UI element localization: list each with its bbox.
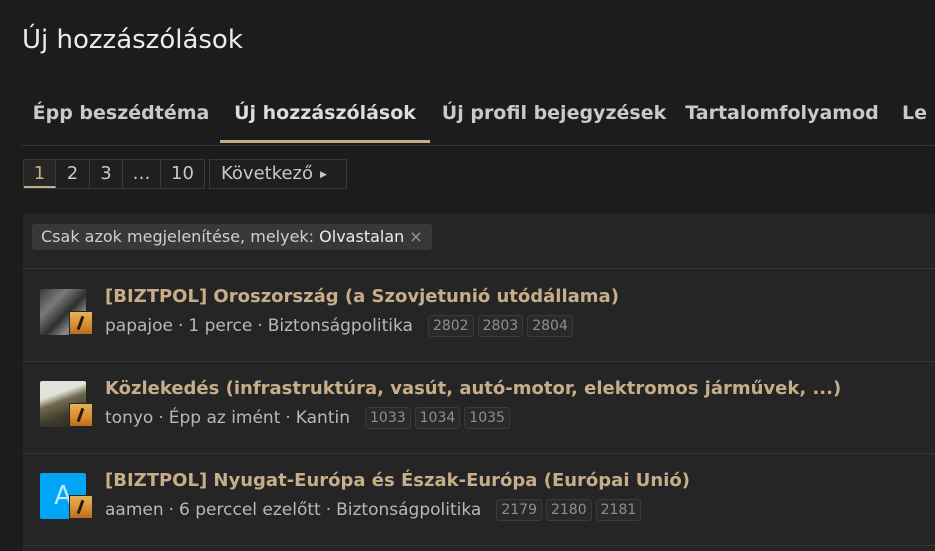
last-poster-avatar[interactable] [69,311,93,335]
thread-page-link[interactable]: 1033 [365,407,411,429]
tab-your-feed[interactable]: Tartalomfolyamod [678,88,886,143]
pagination: 1 2 3 … 10 [23,159,205,189]
page-link-10[interactable]: 10 [161,160,204,188]
tab-overflow[interactable]: Le [902,88,935,143]
thread-forum[interactable]: Biztonságpolitika [336,500,481,520]
thread-page-link[interactable]: 1035 [464,407,510,429]
filter-bar: Csak azok megjelenítése, melyek: Olvasta… [23,214,935,269]
thread-time[interactable]: 1 perce [188,316,252,336]
next-page-label: Következő [221,163,314,184]
thread-title-link[interactable]: Közlekedés (infrastruktúra, vasút, autó-… [105,378,841,399]
caret-right-icon: ▶ [320,170,327,180]
thread-row: [BIZTPOL] Oroszország (a Szovjetunió utó… [23,269,935,362]
tab-bar: Épp beszédtéma Új hozzászólások Új profi… [22,88,935,146]
last-poster-avatar[interactable] [69,495,93,519]
thread-author[interactable]: tonyo [105,408,153,428]
thread-time[interactable]: Épp az imént [169,408,281,428]
thread-page-link[interactable]: 2179 [496,499,542,521]
thread-title-link[interactable]: [BIZTPOL] Oroszország (a Szovjetunió utó… [105,286,619,307]
meta-separator: · [257,316,263,336]
last-poster-avatar[interactable] [69,403,93,427]
thread-forum[interactable]: Kantin [296,408,350,428]
thread-page-link[interactable]: 2803 [477,315,524,337]
tab-trending[interactable]: Épp beszédtéma [22,88,220,143]
thread-page-link[interactable]: 2804 [527,315,573,337]
thread-author[interactable]: papajoe [105,316,173,336]
thread-author[interactable]: aamen [105,500,164,520]
thread-row: A [BIZTPOL] Nyugat-Európa és Észak-Európ… [23,453,935,546]
thread-meta: tonyo · Épp az imént · Kantin 1033 1034 1035 [105,407,514,429]
thread-page-link[interactable]: 2181 [595,499,642,521]
page-ellipsis[interactable]: … [123,160,161,188]
meta-separator: · [168,500,175,520]
thread-meta: papajoe · 1 perce · Biztonságpolitika 2802 2… [105,315,577,337]
thread-page-links: 1033 1034 1035 [365,407,514,429]
tab-new-profile-posts[interactable]: Új profil bejegyzések [430,88,678,143]
thread-list-panel: Csak azok megjelenítése, melyek: Olvasta… [23,214,935,551]
meta-separator: · [158,408,164,428]
close-icon[interactable]: × [409,227,422,246]
thread-page-links: 2802 2803 2804 [427,315,577,337]
meta-separator: · [325,500,332,520]
thread-page-link[interactable]: 2802 [427,315,474,337]
tab-new-posts[interactable]: Új hozzászólások [220,88,430,143]
page-link-2[interactable]: 2 [56,160,90,188]
thread-page-links: 2179 2180 2181 [496,499,645,521]
page-link-1[interactable]: 1 [24,160,56,188]
next-page-button[interactable]: Következő ▶ [209,159,347,189]
thread-page-link[interactable]: 2180 [545,499,592,521]
page-title: Új hozzászólások [22,25,243,56]
page-link-3[interactable]: 3 [90,160,123,188]
thread-title-link[interactable]: [BIZTPOL] Nyugat-Európa és Észak-Európa … [105,470,690,491]
thread-meta: aamen · 6 perccel ezelőtt · Biztonságpolitik… [105,499,645,521]
meta-separator: · [178,316,184,336]
filter-label: Csak azok megjelenítése, melyek: [41,227,315,246]
thread-forum[interactable]: Biztonságpolitika [268,316,413,336]
filter-chip-unread[interactable]: Csak azok megjelenítése, melyek: Olvasta… [32,224,432,250]
thread-row: Közlekedés (infrastruktúra, vasút, autó-… [23,361,935,454]
thread-time[interactable]: 6 perccel ezelőtt [179,500,321,520]
thread-page-link[interactable]: 1034 [414,407,461,429]
meta-separator: · [285,408,291,428]
filter-value: Olvastalan [319,227,405,246]
